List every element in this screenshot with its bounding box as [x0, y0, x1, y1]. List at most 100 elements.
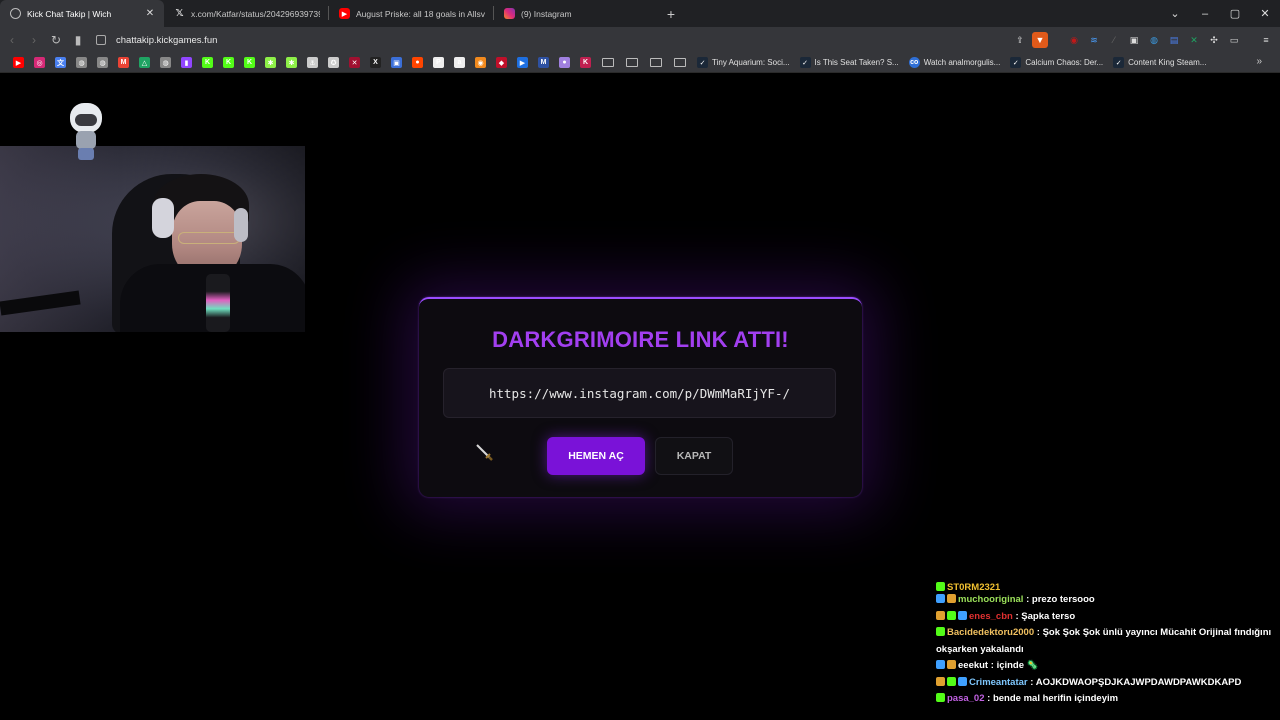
back-icon[interactable]: ‹	[2, 30, 22, 50]
sidebar-icon[interactable]: ▭	[1226, 32, 1242, 48]
translate-bookmark-icon[interactable]: 文	[55, 57, 66, 68]
chat-username[interactable]: ST0RM2321	[947, 582, 1000, 592]
k-bookmark-icon[interactable]: K	[580, 57, 591, 68]
folder-icon[interactable]	[650, 58, 662, 67]
red-bookmark-icon[interactable]: ✕	[349, 57, 360, 68]
chat-badges	[936, 658, 958, 675]
gmail-bookmark-icon[interactable]: M	[118, 57, 129, 68]
x-logo-icon: 𝕏	[175, 8, 184, 19]
instagram-bookmark-icon[interactable]: ◎	[34, 57, 45, 68]
more-bookmarks-icon[interactable]: »	[1256, 56, 1262, 67]
folder-icon[interactable]	[626, 58, 638, 67]
globe-bookmark-icon[interactable]: ◍	[76, 57, 87, 68]
open-now-button[interactable]: HEMEN AÇ	[547, 437, 645, 475]
bookmark-calcium-chaos[interactable]: ✓ Calcium Chaos: Der...	[1010, 57, 1103, 68]
modal-title: DARKGRIMOIRE LINK ATTI!	[492, 327, 789, 352]
chat-username[interactable]: Bacidedektoru2000	[947, 627, 1034, 638]
bookmark-icon-group: ▶ ◎ 文 ◍ ◍ M △ ◍ ▮ K K K ✱ ✱ ⚓ ✪ ✕ X ▣ ● Pa ◉ ◆ ▶ M ● K	[8, 57, 596, 68]
tab-kick-chat-takip[interactable]: Kick Chat Takip | Wich ✕	[0, 0, 164, 27]
chat-separator: :	[1027, 676, 1036, 688]
tab-title: x.com/Katfar/status/2042969397392	[191, 8, 320, 19]
maximize-icon[interactable]: ▢	[1220, 0, 1250, 27]
chat-username[interactable]: muchooriginal	[958, 594, 1023, 605]
drive-bookmark-icon[interactable]: △	[139, 57, 150, 68]
badge-icon	[947, 610, 956, 620]
bookmark-content-king[interactable]: ✓ Content King Steam...	[1113, 57, 1206, 68]
youtube-bookmark-icon[interactable]: ▶	[13, 57, 24, 68]
badge-icon	[947, 660, 956, 669]
folder-icon[interactable]	[602, 58, 614, 67]
badge-icon	[958, 676, 967, 686]
steam-icon: ✓	[799, 57, 811, 68]
tab-youtube[interactable]: ▶ August Priske: all 18 goals in Allsven	[329, 0, 493, 27]
chat-separator: :	[984, 693, 993, 704]
game-bookmark-icon[interactable]: ✱	[286, 57, 297, 68]
page-content: DARKGRIMOIRE LINK ATTI! https://www.inst…	[0, 74, 1280, 720]
folder-icon[interactable]	[674, 58, 686, 67]
chat-message: Bacidedektoru2000 : Şok Şok Şok ünlü yay…	[936, 625, 1276, 658]
minimize-icon[interactable]: –	[1190, 0, 1220, 27]
globe-bookmark-icon[interactable]: ◍	[160, 57, 171, 68]
patreon-bookmark-icon[interactable]: P	[433, 57, 444, 68]
co-icon: co	[908, 57, 920, 68]
game-bookmark-icon[interactable]: ✱	[265, 57, 276, 68]
twitch-bookmark-icon[interactable]: ▮	[181, 57, 192, 68]
mal-bookmark-icon[interactable]: M	[538, 57, 549, 68]
chat-username[interactable]: Crimeantatar	[969, 677, 1028, 688]
bookmark-icon[interactable]: ▮	[68, 30, 88, 50]
chat-username[interactable]: pasa_02	[947, 693, 985, 704]
close-window-icon[interactable]: ✕	[1250, 0, 1280, 27]
translate-ext-icon[interactable]: ▤	[1166, 32, 1182, 48]
box-bookmark-icon[interactable]: ▣	[391, 57, 402, 68]
bookmark-tiny-aquarium[interactable]: ✓ Tiny Aquarium: Soci...	[697, 57, 790, 68]
tab-x-status[interactable]: 𝕏 x.com/Katfar/status/2042969397392	[164, 0, 328, 27]
excel-ext-icon[interactable]: ✕	[1186, 32, 1202, 48]
brave-shield-icon[interactable]: ▼	[1032, 32, 1048, 48]
bookmarks-bar: ▶ ◎ 文 ◍ ◍ M △ ◍ ▮ K K K ✱ ✱ ⚓ ✪ ✕ X ▣ ● Pa ◉ ◆ ▶ M ● K ✓ Tiny Aqua…	[0, 53, 1280, 73]
menu-icon[interactable]: ≡	[1258, 32, 1274, 48]
bookmark-seat-taken[interactable]: ✓ Is This Seat Taken? S...	[799, 57, 899, 68]
wave-icon[interactable]: ≋	[1086, 32, 1102, 48]
chat-badges	[936, 625, 947, 642]
share-icon[interactable]: ⇪	[1012, 32, 1028, 48]
circle-bookmark-icon[interactable]: ✪	[328, 57, 339, 68]
chat-message: enes_cbn : Şapka terso	[936, 609, 1276, 626]
amazon-bookmark-icon[interactable]: a	[454, 57, 465, 68]
tab-instagram[interactable]: (9) Instagram	[494, 0, 658, 27]
chat-username[interactable]: eeekut	[958, 660, 988, 671]
play-bookmark-icon[interactable]: ▶	[517, 57, 528, 68]
chat-badges	[936, 582, 947, 592]
chat-text: Şapka terso	[1021, 610, 1076, 622]
bookmark-watch[interactable]: co Watch analmorgulis...	[908, 57, 1000, 68]
red-bookmark-icon[interactable]: ◆	[496, 57, 507, 68]
tab-search-icon[interactable]: ⌄	[1160, 0, 1190, 27]
address-bar[interactable]: chattakip.kickgames.fun	[88, 30, 1040, 50]
orange-bookmark-icon[interactable]: ◉	[475, 57, 486, 68]
chat-username[interactable]: enes_cbn	[969, 611, 1013, 622]
kick-bookmark-icon[interactable]: K	[244, 57, 255, 68]
badge-icon	[958, 610, 967, 620]
camera-icon[interactable]: ▣	[1126, 32, 1142, 48]
x-bookmark-icon[interactable]: X	[370, 57, 381, 68]
forward-icon[interactable]: ›	[24, 30, 44, 50]
close-button[interactable]: KAPAT	[655, 437, 733, 475]
new-tab-button[interactable]: +	[658, 0, 684, 27]
link-text[interactable]: https://www.instagram.com/p/DWmMaRIjYF-/	[443, 368, 836, 418]
kick-bookmark-icon[interactable]: K	[202, 57, 213, 68]
reddit-bookmark-icon[interactable]: ●	[412, 57, 423, 68]
anchor-bookmark-icon[interactable]: ⚓	[307, 57, 318, 68]
ublock-icon[interactable]: ◉	[1066, 32, 1082, 48]
purple-bookmark-icon[interactable]: ●	[559, 57, 570, 68]
mascot-torso	[76, 131, 96, 149]
puzzle-icon[interactable]: ✣	[1206, 32, 1222, 48]
globe-bookmark-icon[interactable]: ◍	[97, 57, 108, 68]
kick-bookmark-icon[interactable]: K	[223, 57, 234, 68]
site-info-icon[interactable]	[96, 35, 106, 45]
close-tab-icon[interactable]: ✕	[144, 8, 156, 19]
globe-ext-icon[interactable]: ◍	[1146, 32, 1162, 48]
feather-icon[interactable]: ⁄	[1106, 32, 1122, 48]
toolbar-spacer	[1052, 32, 1062, 48]
reload-icon[interactable]: ↻	[46, 30, 66, 50]
badge-icon	[936, 594, 945, 603]
tab-title: Kick Chat Takip | Wich	[27, 8, 112, 19]
